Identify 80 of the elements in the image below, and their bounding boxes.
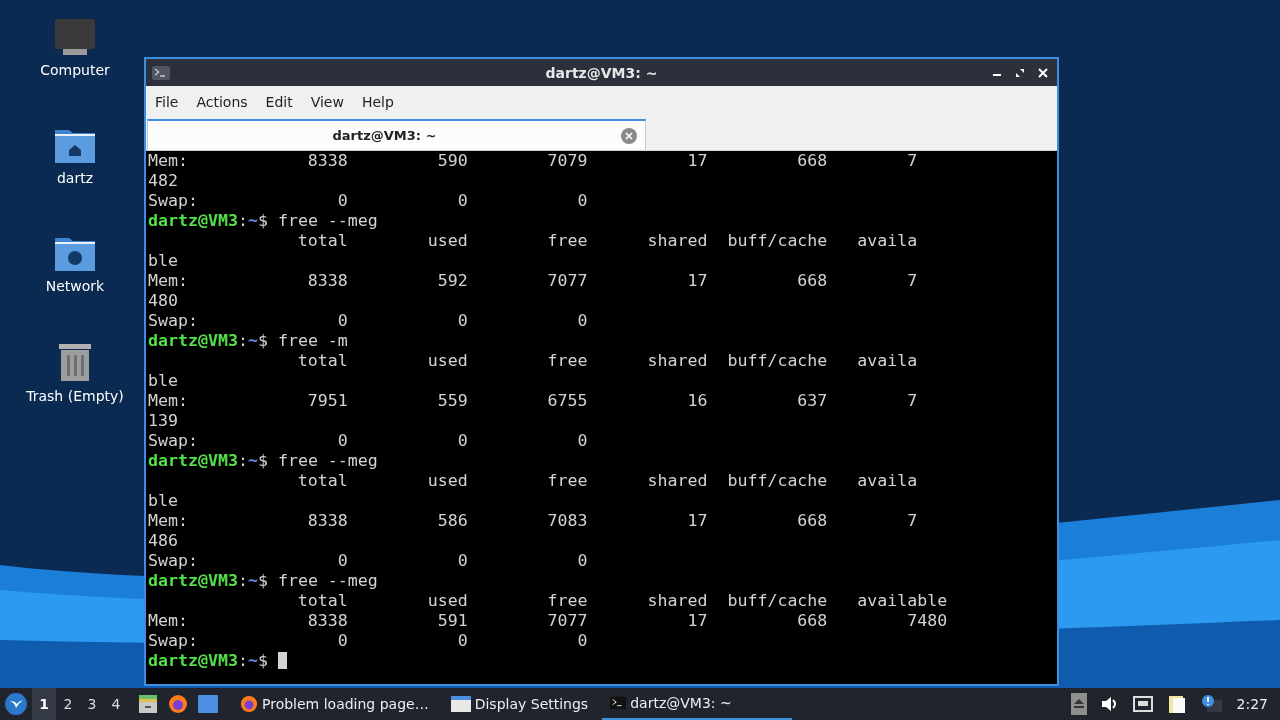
prompt-path: ~ [247, 571, 258, 590]
prompt-separator: : [237, 651, 248, 670]
prompt-separator: : [237, 571, 248, 590]
prompt-user: dartz@VM3 [148, 571, 238, 590]
network-icon[interactable] [1132, 696, 1153, 712]
prompt-path: ~ [247, 451, 258, 470]
menu-item[interactable]: Help [352, 93, 403, 110]
prompt-user: dartz@VM3 [148, 451, 238, 470]
menu-item[interactable]: View [301, 93, 353, 110]
task-button[interactable]: dartz@VM3: ~ [602, 688, 793, 720]
output-line: 486 [148, 531, 178, 550]
terminal-tab[interactable]: dartz@VM3: ~ [147, 119, 646, 150]
output-line: total used free shared buff/cache availa [296, 231, 918, 250]
trash-icon[interactable] [57, 342, 93, 382]
menu-item[interactable]: Actions [187, 93, 257, 110]
window-title: dartz@VM3: ~ [545, 64, 658, 81]
workspace-button[interactable]: 3 [80, 688, 104, 720]
output-line: 480 [148, 291, 178, 310]
restore-icon[interactable] [1014, 66, 1026, 79]
output-line: Mem: 8338 590 7079 17 668 7 [148, 151, 918, 170]
output-line: ble [148, 251, 178, 270]
output-line: Mem: 7951 559 6755 16 637 7 [148, 391, 918, 410]
terminal-icon [610, 696, 627, 710]
browser-icon [240, 695, 258, 713]
browser-icon[interactable] [168, 694, 188, 714]
output-line: total used free shared buff/cache availa [296, 471, 918, 490]
notification-icon[interactable] [1200, 694, 1223, 714]
output-line: Swap: 0 0 0 [148, 631, 588, 650]
command-text: free --meg [277, 211, 378, 230]
output-line: Mem: 8338 586 7083 17 668 7 [148, 511, 918, 530]
workspace-button[interactable]: 1 [32, 688, 56, 720]
output-line: ble [148, 491, 178, 510]
prompt-symbol: $ [257, 331, 268, 350]
prompt-path: ~ [247, 651, 258, 670]
output-line: 482 [148, 171, 178, 190]
output-line: Swap: 0 0 0 [148, 191, 588, 210]
prompt-separator: : [237, 451, 248, 470]
task-button[interactable]: Problem loading page… [232, 688, 437, 720]
command-text: free --meg [277, 451, 378, 470]
output-line: total used free shared buff/cache available [296, 591, 948, 610]
prompt-user: dartz@VM3 [148, 331, 238, 350]
output-line: Mem: 8338 592 7077 17 668 7 [148, 271, 918, 290]
close-icon[interactable] [1037, 66, 1049, 79]
window-icon [450, 696, 471, 712]
prompt-path: ~ [247, 331, 258, 350]
task-button[interactable]: Display Settings [442, 688, 597, 720]
menu-item[interactable]: File [146, 93, 188, 110]
output-line: ble [148, 371, 178, 390]
prompt-symbol: $ [257, 651, 268, 670]
icon-label: dartz [56, 170, 94, 186]
output-line: Swap: 0 0 0 [148, 551, 588, 570]
command-text: free --meg [277, 571, 378, 590]
prompt-path: ~ [247, 211, 258, 230]
prompt-separator: : [237, 331, 248, 350]
terminal-icon [152, 65, 170, 80]
output-line: Mem: 8338 591 7077 17 668 7480 [148, 611, 948, 630]
output-line: Swap: 0 0 0 [148, 311, 588, 330]
clipboard-icon[interactable] [1166, 694, 1187, 714]
prompt-user: dartz@VM3 [148, 651, 238, 670]
workspace-button[interactable]: 2 [56, 688, 80, 720]
close-tab-icon[interactable] [621, 127, 637, 144]
command-text: free -m [277, 331, 348, 350]
menu-item[interactable]: Edit [256, 93, 302, 110]
output-line: 139 [148, 411, 178, 430]
icon-label: Computer [40, 62, 110, 78]
icon-label: Network [45, 278, 105, 294]
workspace-button[interactable]: 4 [104, 688, 128, 720]
clock[interactable]: 2:27 [1236, 696, 1268, 712]
icon-label: Trash (Empty) [26, 388, 124, 404]
file-cabinet-icon[interactable] [138, 694, 158, 714]
volume-icon[interactable] [1100, 696, 1119, 712]
prompt-user: dartz@VM3 [148, 211, 238, 230]
output-line: total used free shared buff/cache availa [296, 351, 918, 370]
monitor-icon[interactable] [54, 18, 96, 56]
prompt-symbol: $ [257, 571, 268, 590]
output-line: Swap: 0 0 0 [148, 431, 588, 450]
prompt-separator: : [237, 211, 248, 230]
eject-icon[interactable] [1070, 693, 1087, 715]
prompt-symbol: $ [257, 451, 268, 470]
prompt-symbol: $ [257, 211, 268, 230]
